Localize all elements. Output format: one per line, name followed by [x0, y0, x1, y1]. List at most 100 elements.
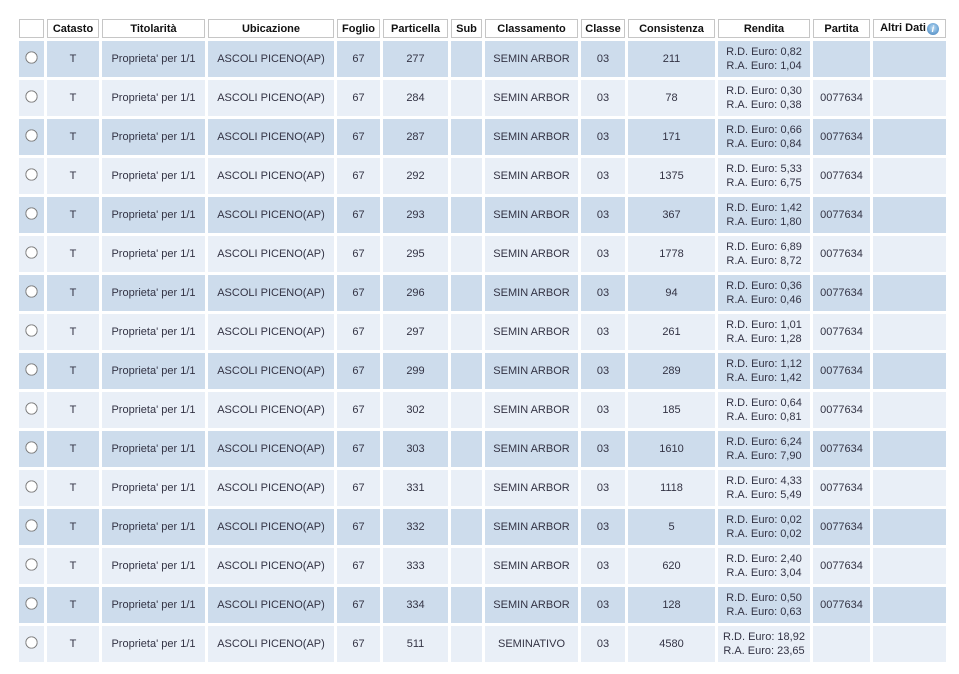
- rendita-rd-line: R.D. Euro: 0,36: [721, 279, 807, 293]
- partita-cell: 0077634: [813, 392, 870, 428]
- column-header-altri-dati: Altri Datii: [873, 19, 946, 38]
- row-select-radio[interactable]: [25, 480, 37, 492]
- classamento-cell: SEMIN ARBOR: [485, 275, 578, 311]
- column-header-consistenza: Consistenza: [628, 19, 715, 38]
- titolarita-cell: Proprieta' per 1/1: [102, 392, 205, 428]
- rendita-cell: R.D. Euro: 1,01 R.A. Euro: 1,28: [718, 314, 810, 350]
- column-header-classamento: Classamento: [485, 19, 578, 38]
- rendita-ra-line: R.A. Euro: 1,28: [721, 332, 807, 346]
- classe-cell: 03: [581, 509, 625, 545]
- table-row: T Proprieta' per 1/1 ASCOLI PICENO(AP) 6…: [19, 119, 946, 155]
- classamento-cell: SEMIN ARBOR: [485, 80, 578, 116]
- altri-dati-cell: [873, 197, 946, 233]
- catasto-cell: T: [47, 626, 99, 662]
- catasto-cell: T: [47, 119, 99, 155]
- ubicazione-cell: ASCOLI PICENO(AP): [208, 314, 334, 350]
- rendita-rd-line: R.D. Euro: 1,42: [721, 201, 807, 215]
- catasto-cell: T: [47, 431, 99, 467]
- consistenza-cell: 289: [628, 353, 715, 389]
- row-select-radio[interactable]: [25, 168, 37, 180]
- consistenza-cell: 185: [628, 392, 715, 428]
- row-select-radio[interactable]: [25, 90, 37, 102]
- particella-cell: 303: [383, 431, 448, 467]
- altri-dati-cell: [873, 41, 946, 77]
- row-select-radio[interactable]: [25, 441, 37, 453]
- consistenza-cell: 4580: [628, 626, 715, 662]
- table-row: T Proprieta' per 1/1 ASCOLI PICENO(AP) 6…: [19, 587, 946, 623]
- particella-cell: 331: [383, 470, 448, 506]
- catasto-cell: T: [47, 509, 99, 545]
- rendita-cell: R.D. Euro: 18,92 R.A. Euro: 23,65: [718, 626, 810, 662]
- altri-dati-cell: [873, 548, 946, 584]
- rendita-cell: R.D. Euro: 0,50 R.A. Euro: 0,63: [718, 587, 810, 623]
- classamento-cell: SEMIN ARBOR: [485, 548, 578, 584]
- column-header-titolarita: Titolarità: [102, 19, 205, 38]
- rendita-rd-line: R.D. Euro: 0,30: [721, 84, 807, 98]
- catasto-cell: T: [47, 197, 99, 233]
- column-header-catasto: Catasto: [47, 19, 99, 38]
- row-select-cell: [19, 41, 44, 77]
- row-select-radio[interactable]: [25, 558, 37, 570]
- partita-cell: 0077634: [813, 236, 870, 272]
- sub-cell: [451, 197, 482, 233]
- altri-dati-cell: [873, 314, 946, 350]
- ubicazione-cell: ASCOLI PICENO(AP): [208, 119, 334, 155]
- row-select-radio[interactable]: [25, 519, 37, 531]
- sub-cell: [451, 353, 482, 389]
- table-row: T Proprieta' per 1/1 ASCOLI PICENO(AP) 6…: [19, 626, 946, 662]
- rendita-ra-line: R.A. Euro: 6,75: [721, 176, 807, 190]
- altri-dati-cell: [873, 119, 946, 155]
- rendita-ra-line: R.A. Euro: 0,46: [721, 293, 807, 307]
- rendita-cell: R.D. Euro: 0,30 R.A. Euro: 0,38: [718, 80, 810, 116]
- particella-cell: 299: [383, 353, 448, 389]
- info-icon[interactable]: i: [927, 23, 939, 35]
- row-select-radio[interactable]: [25, 363, 37, 375]
- foglio-cell: 67: [337, 353, 380, 389]
- titolarita-cell: Proprieta' per 1/1: [102, 470, 205, 506]
- row-select-radio[interactable]: [25, 636, 37, 648]
- sub-cell: [451, 80, 482, 116]
- partita-cell: 0077634: [813, 158, 870, 194]
- rendita-rd-line: R.D. Euro: 4,33: [721, 474, 807, 488]
- sub-cell: [451, 392, 482, 428]
- sub-cell: [451, 587, 482, 623]
- foglio-cell: 67: [337, 626, 380, 662]
- ubicazione-cell: ASCOLI PICENO(AP): [208, 431, 334, 467]
- particella-cell: 296: [383, 275, 448, 311]
- ubicazione-cell: ASCOLI PICENO(AP): [208, 197, 334, 233]
- classe-cell: 03: [581, 80, 625, 116]
- sub-cell: [451, 470, 482, 506]
- ubicazione-cell: ASCOLI PICENO(AP): [208, 80, 334, 116]
- classe-cell: 03: [581, 119, 625, 155]
- altri-dati-cell: [873, 158, 946, 194]
- table-row: T Proprieta' per 1/1 ASCOLI PICENO(AP) 6…: [19, 470, 946, 506]
- particella-cell: 302: [383, 392, 448, 428]
- titolarita-cell: Proprieta' per 1/1: [102, 314, 205, 350]
- row-select-radio[interactable]: [25, 246, 37, 258]
- table-row: T Proprieta' per 1/1 ASCOLI PICENO(AP) 6…: [19, 275, 946, 311]
- row-select-cell: [19, 119, 44, 155]
- row-select-radio[interactable]: [25, 51, 37, 63]
- row-select-radio[interactable]: [25, 324, 37, 336]
- consistenza-cell: 78: [628, 80, 715, 116]
- table-row: T Proprieta' per 1/1 ASCOLI PICENO(AP) 6…: [19, 197, 946, 233]
- rendita-ra-line: R.A. Euro: 23,65: [721, 644, 807, 658]
- partita-cell: 0077634: [813, 587, 870, 623]
- column-header-rendita: Rendita: [718, 19, 810, 38]
- consistenza-cell: 171: [628, 119, 715, 155]
- row-select-radio[interactable]: [25, 207, 37, 219]
- rendita-ra-line: R.A. Euro: 0,02: [721, 527, 807, 541]
- foglio-cell: 67: [337, 80, 380, 116]
- particella-cell: 511: [383, 626, 448, 662]
- row-select-cell: [19, 158, 44, 194]
- rendita-rd-line: R.D. Euro: 0,02: [721, 513, 807, 527]
- foglio-cell: 67: [337, 158, 380, 194]
- row-select-radio[interactable]: [25, 597, 37, 609]
- row-select-radio[interactable]: [25, 402, 37, 414]
- rendita-cell: R.D. Euro: 1,12 R.A. Euro: 1,42: [718, 353, 810, 389]
- catasto-cell: T: [47, 548, 99, 584]
- classe-cell: 03: [581, 431, 625, 467]
- consistenza-cell: 620: [628, 548, 715, 584]
- row-select-radio[interactable]: [25, 285, 37, 297]
- row-select-radio[interactable]: [25, 129, 37, 141]
